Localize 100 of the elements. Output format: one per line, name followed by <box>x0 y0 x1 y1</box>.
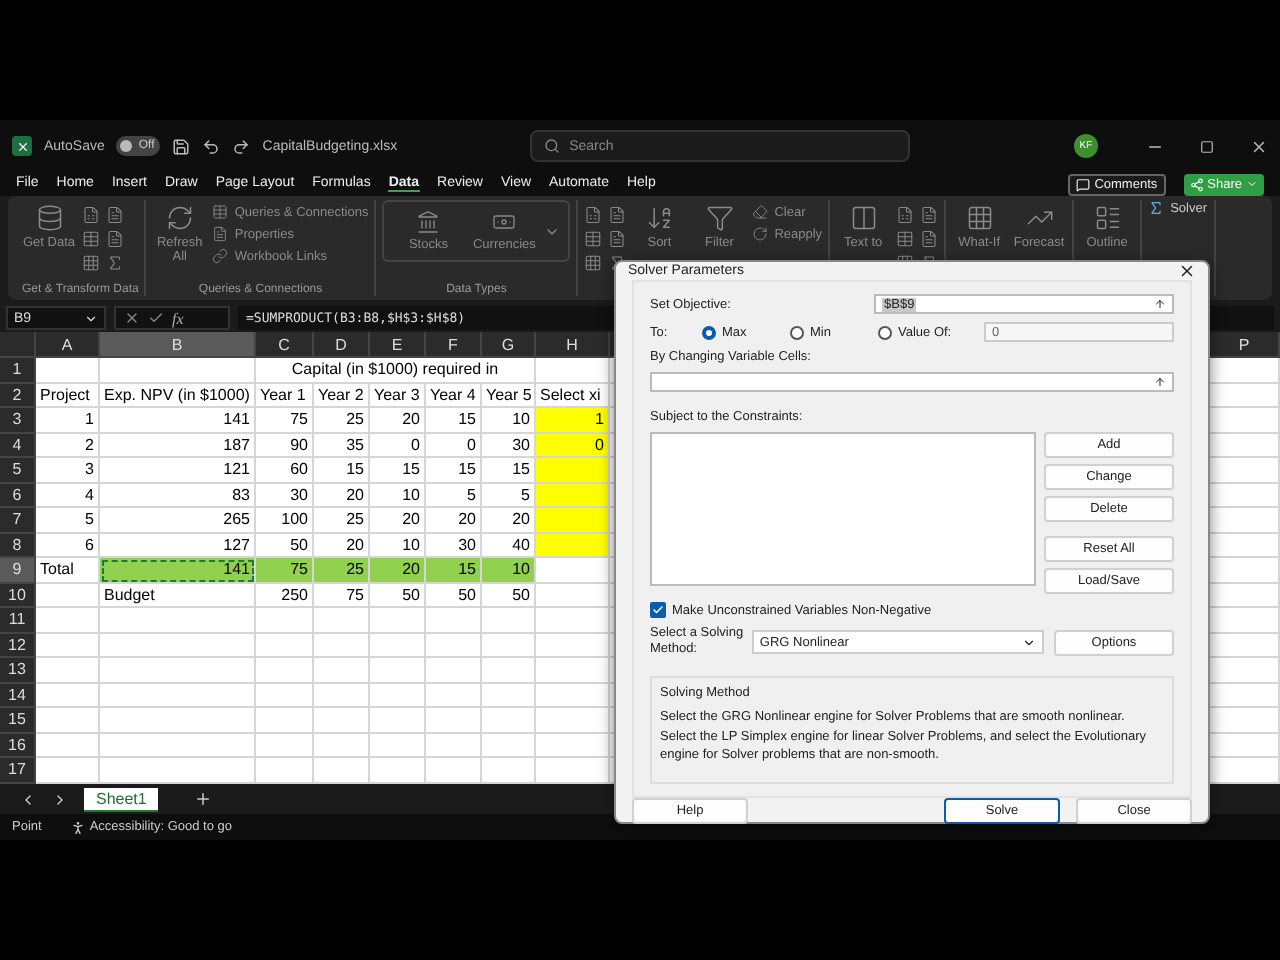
table-cell: Year 1 <box>256 383 314 408</box>
table-cell <box>482 708 536 733</box>
table-cell <box>370 758 426 783</box>
row-header[interactable]: 9 <box>0 558 36 583</box>
table-cell: 60 <box>256 458 314 483</box>
column-header[interactable]: C <box>256 332 314 358</box>
row-header[interactable]: 3 <box>0 408 36 433</box>
ribbon-icon <box>165 204 194 232</box>
accessibility-icon <box>69 819 86 835</box>
table-cell: 20 <box>314 533 370 558</box>
enter-icon[interactable] <box>148 310 164 326</box>
table-cell: 30 <box>256 483 314 508</box>
collapse-icon[interactable] <box>1154 298 1166 310</box>
ribbon-icon <box>849 204 878 232</box>
ribbon-icon <box>705 204 734 232</box>
table-cell <box>426 658 482 683</box>
column-header[interactable]: D <box>314 332 370 358</box>
excel-logo <box>12 136 32 156</box>
table-cell: 15 <box>314 458 370 483</box>
row-header[interactable]: 12 <box>0 633 36 658</box>
table-cell: 25 <box>314 508 370 533</box>
add-sheet-icon[interactable] <box>194 790 213 808</box>
table-cell: 100 <box>256 508 314 533</box>
ribbon-icon <box>752 204 769 220</box>
caret-icon <box>1246 178 1258 190</box>
row-header[interactable]: 10 <box>0 583 36 608</box>
row-header[interactable]: 6 <box>0 483 36 508</box>
table-cell: 50 <box>256 533 314 558</box>
table-cell: 35 <box>314 433 370 458</box>
table-cell <box>314 683 370 708</box>
table-cell: 5 <box>426 483 482 508</box>
table-cell <box>370 683 426 708</box>
table-cell <box>426 758 482 783</box>
collapse-icon[interactable] <box>1154 376 1166 388</box>
column-header[interactable]: F <box>426 332 482 358</box>
table-cell: 50 <box>370 583 426 608</box>
column-header[interactable]: B <box>100 332 256 358</box>
row-header[interactable]: 7 <box>0 508 36 533</box>
row-header[interactable]: 16 <box>0 733 36 758</box>
row-header[interactable]: 2 <box>0 383 36 408</box>
table-cell: 10 <box>370 483 426 508</box>
undo-icon[interactable] <box>202 137 221 155</box>
table-cell: 10 <box>482 558 536 583</box>
maximize-icon[interactable] <box>1200 139 1214 153</box>
ribbon-icon <box>752 226 769 242</box>
table-cell: 20 <box>370 558 426 583</box>
row-header[interactable]: 5 <box>0 458 36 483</box>
table-cell <box>426 683 482 708</box>
redo-icon[interactable] <box>232 137 251 155</box>
row-header[interactable]: 11 <box>0 608 36 633</box>
row-header[interactable]: 1 <box>0 358 36 383</box>
table-cell <box>256 708 314 733</box>
row-header[interactable]: 17 <box>0 758 36 783</box>
table-cell: 15 <box>426 408 482 433</box>
column-header[interactable]: G <box>482 332 536 358</box>
table-cell: 121 <box>100 458 256 483</box>
search-icon <box>543 138 560 154</box>
previous-sheet-icon[interactable] <box>20 791 36 807</box>
column-header[interactable]: A <box>36 332 100 358</box>
row-header[interactable]: 14 <box>0 683 36 708</box>
table-cell: Exp. NPV (in $1000) <box>100 383 256 408</box>
share-icon <box>1189 177 1204 191</box>
sheet-tab[interactable]: Sheet1 <box>84 787 159 811</box>
ribbon-icon <box>965 204 994 232</box>
checkbox[interactable] <box>650 602 666 618</box>
table-cell: Year 2 <box>314 383 370 408</box>
table-cell: 75 <box>256 558 314 583</box>
table-cell: 3 <box>36 458 100 483</box>
column-header[interactable]: E <box>370 332 426 358</box>
table-cell: 10 <box>482 408 536 433</box>
ribbon-icon <box>1093 204 1122 232</box>
table-cell: 20 <box>370 408 426 433</box>
table-cell: Capital (in $1000) required in <box>256 358 536 383</box>
table-cell <box>36 733 100 758</box>
table-cell: 15 <box>370 458 426 483</box>
table-cell <box>256 608 314 633</box>
table-cell <box>370 658 426 683</box>
cancel-icon[interactable] <box>124 310 140 326</box>
table-cell: 6 <box>36 533 100 558</box>
close-icon[interactable] <box>1178 262 1196 280</box>
table-cell <box>370 708 426 733</box>
row-header[interactable]: 4 <box>0 433 36 458</box>
table-cell <box>426 608 482 633</box>
close-icon[interactable] <box>1250 137 1268 155</box>
table-cell <box>482 658 536 683</box>
row-header[interactable]: 15 <box>0 708 36 733</box>
next-sheet-icon[interactable] <box>52 791 68 807</box>
row-header[interactable]: 8 <box>0 533 36 558</box>
table-cell <box>256 683 314 708</box>
table-cell: 40 <box>482 533 536 558</box>
table-cell <box>370 633 426 658</box>
changing-cells-field[interactable] <box>650 372 1174 392</box>
ribbon-icon <box>212 248 229 264</box>
insert-function-button[interactable]: fx <box>172 309 184 327</box>
table-cell: Budget <box>100 583 256 608</box>
row-header[interactable]: 13 <box>0 658 36 683</box>
table-cell <box>426 733 482 758</box>
column-header[interactable]: H <box>536 332 610 358</box>
save-icon[interactable] <box>172 137 191 155</box>
column-header[interactable]: P <box>1210 332 1280 358</box>
